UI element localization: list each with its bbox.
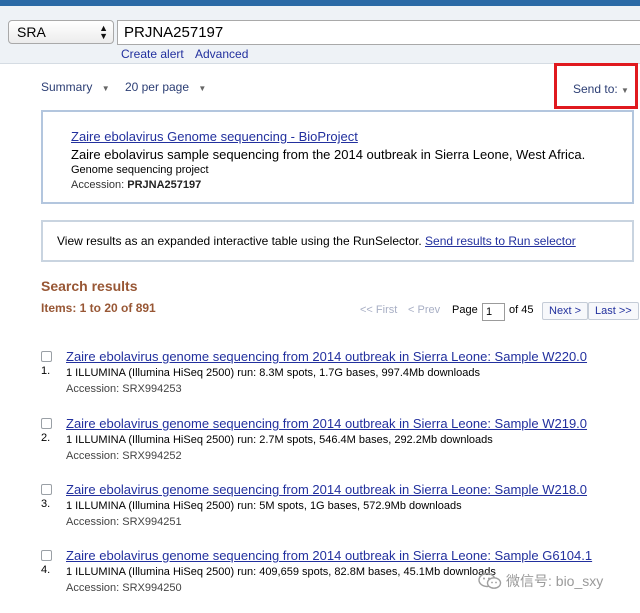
next-page-button[interactable]: Next > <box>542 302 589 320</box>
result-number: 3. <box>41 498 51 510</box>
send-to-dropdown[interactable]: Send to: ▼ <box>573 82 629 96</box>
bioproject-description: Zaire ebolavirus sample sequencing from … <box>71 147 586 162</box>
list-item: 3. Zaire ebolavirus genome sequencing fr… <box>41 482 621 532</box>
select-arrows-icon: ▲ ▼ <box>99 23 108 41</box>
chevron-down-icon: ▼ <box>198 84 207 93</box>
accession-label: Accession: <box>71 179 128 191</box>
bioproject-accession: Accession: PRJNA257197 <box>71 179 201 191</box>
result-number: 1. <box>41 365 51 377</box>
chevron-down-icon: ▼ <box>621 86 629 95</box>
last-page-button[interactable]: Last >> <box>588 302 639 320</box>
runselector-description: View results as an expanded interactive … <box>57 234 426 248</box>
result-accession: Accession: SRX994252 <box>66 450 182 462</box>
chevron-down-icon: ▼ <box>101 84 110 93</box>
runselector-box: View results as an expanded interactive … <box>41 220 634 262</box>
list-item: 1. Zaire ebolavirus genome sequencing fr… <box>41 349 621 399</box>
result-description: 1 ILLUMINA (Illumina HiSeq 2500) run: 5M… <box>66 500 462 512</box>
database-select-value: SRA <box>17 24 46 40</box>
bioproject-title-link[interactable]: Zaire ebolavirus Genome sequencing - Bio… <box>71 129 358 144</box>
page-number-input[interactable] <box>482 303 505 321</box>
watermark-text: 微信号: bio_sxy <box>506 573 604 589</box>
bioproject-type: Genome sequencing project <box>71 164 209 176</box>
per-page-label: 20 per page <box>124 80 190 94</box>
result-checkbox[interactable] <box>41 418 52 429</box>
per-page-dropdown[interactable]: 20 per page ▼ <box>125 80 212 94</box>
send-to-highlight: Send to: ▼ <box>554 63 638 109</box>
result-number: 4. <box>41 564 51 576</box>
result-accession: Accession: SRX994250 <box>66 582 182 594</box>
result-accession: Accession: SRX994253 <box>66 383 182 395</box>
database-select[interactable]: SRA ▲ ▼ <box>8 20 114 44</box>
page-label: Page <box>452 304 478 316</box>
search-results-heading: Search results <box>41 278 138 294</box>
bioproject-box: Zaire ebolavirus Genome sequencing - Bio… <box>41 110 634 204</box>
wechat-icon <box>478 572 502 590</box>
result-description: 1 ILLUMINA (Illumina HiSeq 2500) run: 2.… <box>66 434 493 446</box>
result-number: 2. <box>41 432 51 444</box>
first-page-link[interactable]: << First <box>360 304 397 316</box>
result-checkbox[interactable] <box>41 351 52 362</box>
search-bar: SRA ▲▼ Create alert Advanced <box>0 6 640 64</box>
accession-value: PRJNA257197 <box>127 179 202 191</box>
result-description: 1 ILLUMINA (Illumina HiSeq 2500) run: 8.… <box>66 367 480 379</box>
advanced-search-link[interactable]: Advanced <box>195 47 248 61</box>
list-item: 2. Zaire ebolavirus genome sequencing fr… <box>41 416 621 466</box>
prev-page-link[interactable]: < Prev <box>408 304 440 316</box>
wechat-watermark: 微信号: bio_sxy <box>478 571 603 591</box>
result-checkbox[interactable] <box>41 550 52 561</box>
runselector-text: View results as an expanded interactive … <box>57 234 576 248</box>
result-title-link[interactable]: Zaire ebolavirus genome sequencing from … <box>66 349 587 364</box>
items-count: Items: 1 to 20 of 891 <box>41 301 156 315</box>
send-to-label: Send to: <box>573 82 618 96</box>
summary-dropdown[interactable]: Summary ▼ <box>41 80 116 94</box>
create-alert-link[interactable]: Create alert <box>121 47 184 61</box>
send-to-run-selector-link[interactable]: Send results to Run selector <box>425 234 576 248</box>
result-checkbox[interactable] <box>41 484 52 495</box>
search-input[interactable] <box>117 20 640 45</box>
page-total: of 45 <box>509 304 534 316</box>
result-title-link[interactable]: Zaire ebolavirus genome sequencing from … <box>66 548 592 563</box>
result-title-link[interactable]: Zaire ebolavirus genome sequencing from … <box>66 416 587 431</box>
summary-label: Summary <box>41 80 93 94</box>
result-accession: Accession: SRX994251 <box>66 516 182 528</box>
result-description: 1 ILLUMINA (Illumina HiSeq 2500) run: 40… <box>66 566 496 578</box>
display-settings: Summary ▼ 20 per page ▼ <box>41 80 218 94</box>
result-title-link[interactable]: Zaire ebolavirus genome sequencing from … <box>66 482 587 497</box>
